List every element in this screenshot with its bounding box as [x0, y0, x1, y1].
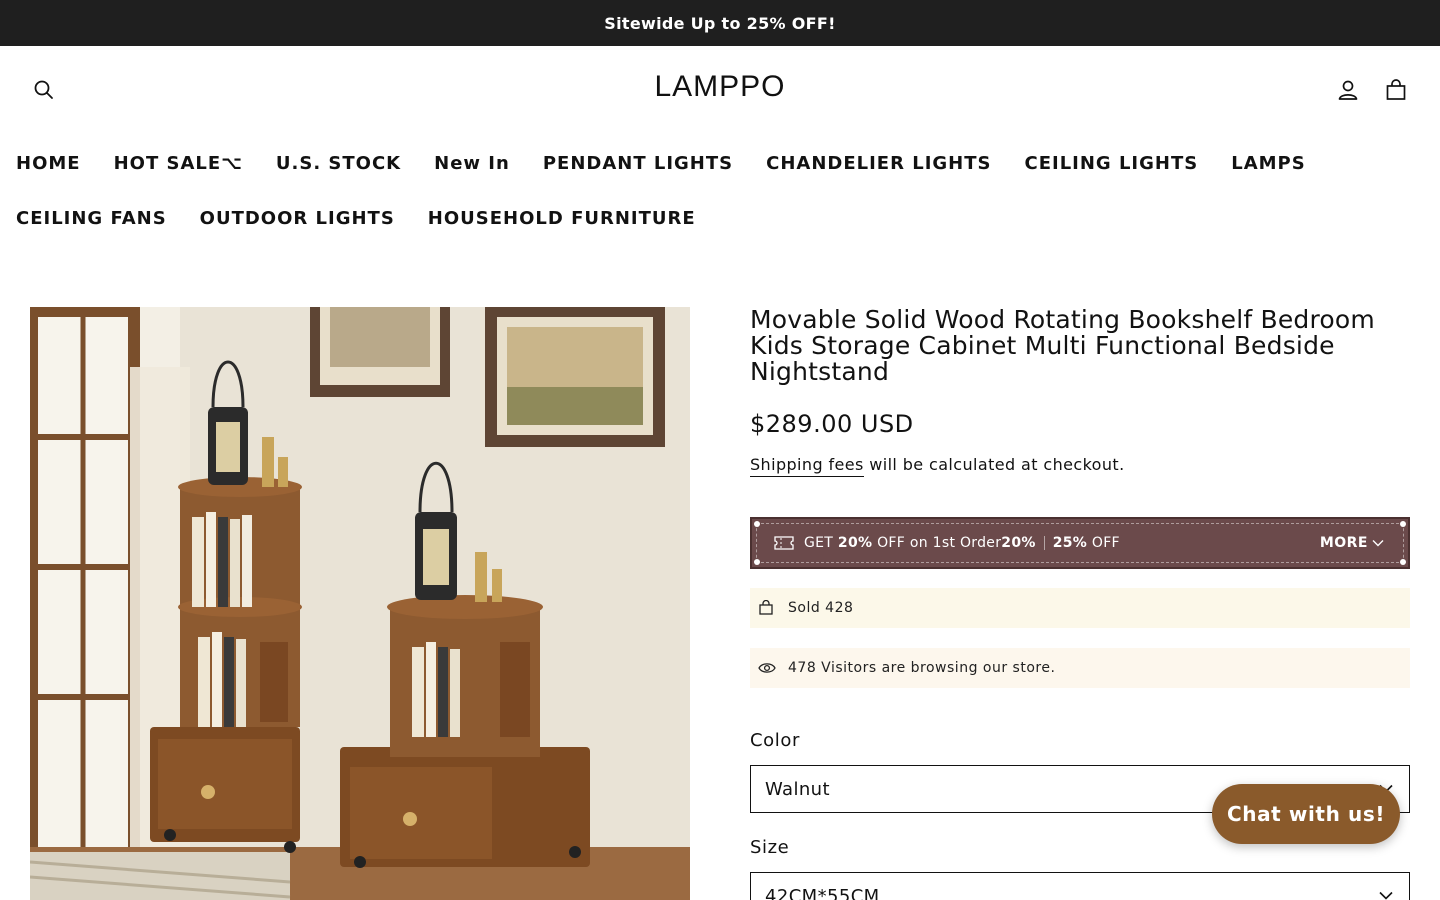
- size-select-value: 42CM*55CM: [765, 885, 880, 900]
- nav-item-home[interactable]: HOME: [16, 153, 81, 174]
- shipping-fees-link[interactable]: Shipping fees: [750, 455, 864, 477]
- product-photo-illustration: [30, 307, 690, 900]
- ticket-icon: [774, 535, 794, 551]
- product-info: Movable Solid Wood Rotating Bookshelf Be…: [750, 305, 1410, 900]
- coupon-corner-dot: [754, 559, 760, 565]
- nav-item-outdoor-lights[interactable]: OUTDOOR LIGHTS: [200, 208, 395, 229]
- coupon-text: GET 20% OFF on 1st Order20%: [804, 535, 1036, 551]
- account-icon[interactable]: [1328, 70, 1368, 110]
- coupon-separator: [1043, 536, 1045, 550]
- coupon-corner-dot: [1400, 521, 1406, 527]
- size-label: Size: [750, 837, 790, 858]
- visitors-text: 478 Visitors are browsing our store.: [788, 660, 1056, 676]
- announcement-bar: Sitewide Up to 25% OFF!: [0, 0, 1440, 46]
- product-title: Movable Solid Wood Rotating Bookshelf Be…: [750, 305, 1375, 386]
- coupon-corner-dot: [1400, 559, 1406, 565]
- coupon-second-offer: 25% OFF: [1052, 535, 1120, 551]
- nav-row-primary: HOME HOT SALE⌥ U.S. STOCK New In PENDANT…: [16, 136, 1316, 191]
- site-header: LAMPPO: [0, 46, 1440, 136]
- product-image[interactable]: [30, 307, 690, 900]
- sold-count-text: Sold 428: [788, 600, 854, 616]
- chat-button[interactable]: Chat with us!: [1212, 784, 1400, 844]
- eye-icon: [758, 662, 788, 674]
- nav-item-hot-sale[interactable]: HOT SALE⌥: [114, 153, 243, 174]
- chevron-down-icon: [1379, 891, 1393, 900]
- product-price: $289.00 USD: [750, 410, 914, 438]
- site-logo[interactable]: LAMPPO: [0, 70, 1440, 104]
- nav-item-new-in[interactable]: New In: [434, 153, 510, 174]
- visitors-badge: 478 Visitors are browsing our store.: [750, 648, 1410, 688]
- nav-item-us-stock[interactable]: U.S. STOCK: [276, 153, 401, 174]
- nav-item-pendant-lights[interactable]: PENDANT LIGHTS: [543, 153, 733, 174]
- sold-count-badge: Sold 428: [750, 588, 1410, 628]
- coupon-bar[interactable]: GET 20% OFF on 1st Order20% 25% OFF MORE: [750, 517, 1410, 569]
- size-select[interactable]: 42CM*55CM: [750, 872, 1410, 900]
- color-label: Color: [750, 730, 800, 751]
- coupon-more-button[interactable]: MORE: [1320, 535, 1384, 551]
- nav-item-lamps[interactable]: LAMPS: [1231, 153, 1305, 174]
- shopping-bag-icon: [758, 600, 788, 616]
- announcement-text: Sitewide Up to 25% OFF!: [604, 13, 836, 33]
- nav-row-secondary: CEILING FANS OUTDOOR LIGHTS HOUSEHOLD FU…: [16, 191, 1316, 246]
- nav-item-chandelier-lights[interactable]: CHANDELIER LIGHTS: [766, 153, 991, 174]
- color-select-value: Walnut: [765, 778, 830, 800]
- shipping-note-text: will be calculated at checkout.: [863, 455, 1125, 474]
- nav-item-household-furniture[interactable]: HOUSEHOLD FURNITURE: [428, 208, 696, 229]
- shipping-note: Shipping fees will be calculated at chec…: [750, 455, 1125, 477]
- nav-item-ceiling-fans[interactable]: CEILING FANS: [16, 208, 167, 229]
- nav-item-ceiling-lights[interactable]: CEILING LIGHTS: [1024, 153, 1198, 174]
- main-navigation: HOME HOT SALE⌥ U.S. STOCK New In PENDANT…: [16, 136, 1316, 246]
- cart-icon[interactable]: [1376, 70, 1416, 110]
- coupon-corner-dot: [754, 521, 760, 527]
- chevron-down-icon: [1372, 540, 1384, 547]
